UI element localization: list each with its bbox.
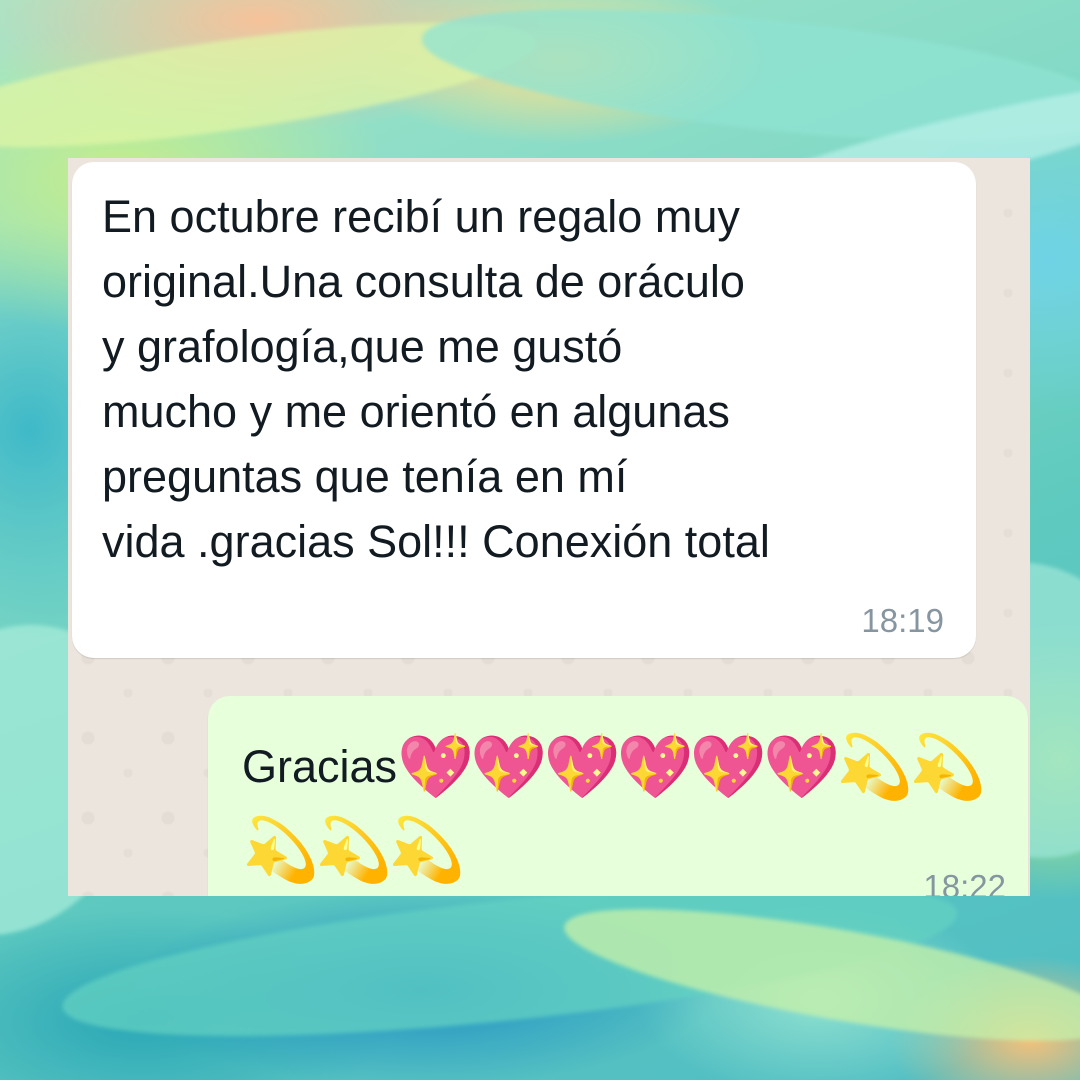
- message-timestamp: 18:19: [861, 602, 944, 639]
- chat-screenshot: En octubre recibí un regalo muy original…: [68, 158, 1030, 896]
- incoming-message-bubble[interactable]: En octubre recibí un regalo muy original…: [72, 162, 976, 658]
- message-timestamp: 18:22: [923, 868, 1006, 896]
- message-text: Gracias💖💖💖💖💖💖💫💫💫💫💫: [242, 726, 1022, 892]
- message-word: Gracias: [242, 741, 398, 792]
- message-text: En octubre recibí un regalo muy original…: [102, 191, 770, 567]
- outgoing-message-bubble[interactable]: Gracias💖💖💖💖💖💖💫💫💫💫💫 18:22: [208, 696, 1028, 896]
